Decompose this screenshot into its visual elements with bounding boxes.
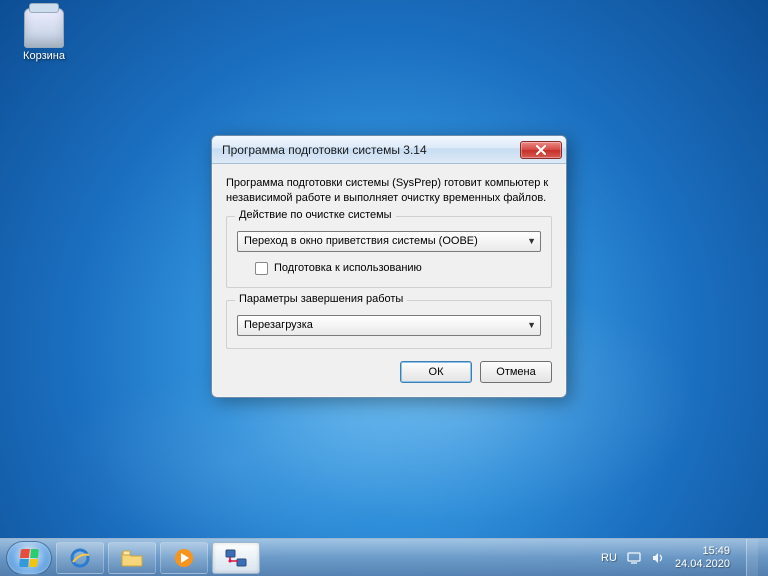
media-player-icon [173,547,195,569]
clock-date: 24.04.2020 [675,558,730,571]
shutdown-value: Перезагрузка [244,319,313,331]
sysprep-dialog: Программа подготовки системы 3.14 Програ… [211,135,567,398]
taskbar-ie-button[interactable] [56,542,104,574]
close-icon [535,145,547,155]
show-desktop-button[interactable] [746,539,758,576]
taskbar-sysprep-button[interactable] [212,542,260,574]
sysprep-icon [224,547,248,569]
clock-time: 15:49 [675,545,730,558]
titlebar[interactable]: Программа подготовки системы 3.14 [212,136,566,164]
system-tray: RU 15:49 24.04.2020 [601,539,762,576]
ok-button[interactable]: ОК [400,361,472,383]
windows-logo-icon [19,549,39,567]
generalize-label: Подготовка к использованию [274,262,422,274]
chevron-down-icon: ▼ [527,236,536,246]
generalize-row[interactable]: Подготовка к использованию [255,262,541,275]
clock[interactable]: 15:49 24.04.2020 [675,545,730,570]
chevron-down-icon: ▼ [527,320,536,330]
close-button[interactable] [520,141,562,159]
taskbar-media-button[interactable] [160,542,208,574]
dialog-body: Программа подготовки системы (SysPrep) г… [212,164,566,397]
button-row: ОК Отмена [226,361,552,383]
dialog-description: Программа подготовки системы (SysPrep) г… [226,176,552,206]
recycle-bin-icon [24,8,64,48]
recycle-bin[interactable]: Корзина [14,8,74,62]
language-indicator[interactable]: RU [601,552,617,564]
taskbar: RU 15:49 24.04.2020 [0,538,768,576]
taskbar-explorer-button[interactable] [108,542,156,574]
volume-icon[interactable] [651,551,665,565]
cancel-button[interactable]: Отмена [480,361,552,383]
cleanup-group-label: Действие по очистке системы [235,209,396,221]
ie-icon [69,547,91,569]
shutdown-group-label: Параметры завершения работы [235,293,407,305]
shutdown-combo[interactable]: Перезагрузка ▼ [237,315,541,336]
shutdown-group: Параметры завершения работы Перезагрузка… [226,300,552,349]
cleanup-action-value: Переход в окно приветствия системы (OOBE… [244,235,478,247]
window-title: Программа подготовки системы 3.14 [222,143,427,157]
cleanup-action-combo[interactable]: Переход в окно приветствия системы (OOBE… [237,231,541,252]
desktop[interactable]: Корзина Программа подготовки системы 3.1… [0,0,768,576]
action-center-icon[interactable] [627,552,641,564]
generalize-checkbox[interactable] [255,262,268,275]
cleanup-group: Действие по очистке системы Переход в ок… [226,216,552,288]
recycle-bin-label: Корзина [14,50,74,62]
start-button[interactable] [6,541,52,575]
folder-icon [120,548,144,568]
